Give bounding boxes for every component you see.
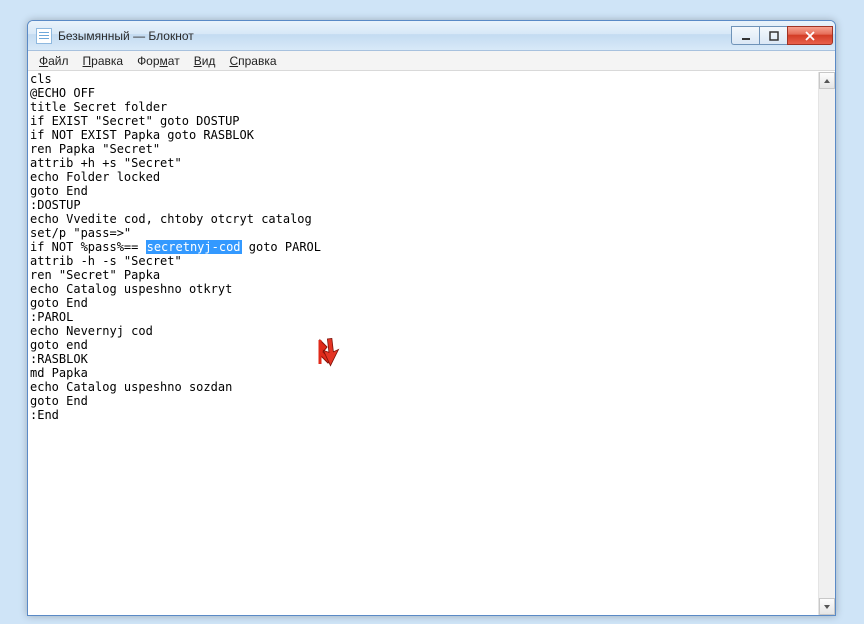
notepad-icon	[36, 28, 52, 44]
menu-file[interactable]: Файл	[32, 53, 76, 69]
menu-format[interactable]: Формат	[130, 53, 187, 69]
sel-line-prefix: if NOT %pass%==	[30, 240, 146, 254]
menu-edit[interactable]: Правка	[76, 53, 131, 69]
chevron-down-icon	[823, 603, 831, 611]
scroll-down-button[interactable]	[819, 598, 835, 615]
window-buttons	[731, 26, 833, 45]
titlebar[interactable]: Безымянный — Блокнот	[28, 21, 835, 51]
maximize-button[interactable]	[759, 26, 787, 45]
text-before: cls @ECHO OFF title Secret folder if EXI…	[30, 72, 312, 240]
minimize-button[interactable]	[731, 26, 759, 45]
minimize-icon	[741, 31, 751, 41]
menu-view[interactable]: Вид	[187, 53, 223, 69]
scroll-up-button[interactable]	[819, 72, 835, 89]
menu-help[interactable]: Справка	[222, 53, 283, 69]
notepad-window: Безымянный — Блокнот Файл Правка Формат …	[27, 20, 836, 616]
scroll-track[interactable]	[819, 89, 835, 598]
close-icon	[805, 31, 815, 41]
content-area: cls @ECHO OFF title Secret folder if EXI…	[28, 71, 835, 615]
menubar: Файл Правка Формат Вид Справка	[28, 51, 835, 71]
text-editor[interactable]: cls @ECHO OFF title Secret folder if EXI…	[28, 72, 818, 615]
chevron-up-icon	[823, 77, 831, 85]
vertical-scrollbar[interactable]	[818, 72, 835, 615]
close-button[interactable]	[787, 26, 833, 45]
text-after: attrib -h -s "Secret" ren "Secret" Papka…	[30, 254, 232, 422]
sel-line-suffix: goto PAROL	[242, 240, 321, 254]
window-title: Безымянный — Блокнот	[58, 29, 731, 43]
maximize-icon	[769, 31, 779, 41]
selected-text: secretnyj-cod	[146, 240, 242, 254]
